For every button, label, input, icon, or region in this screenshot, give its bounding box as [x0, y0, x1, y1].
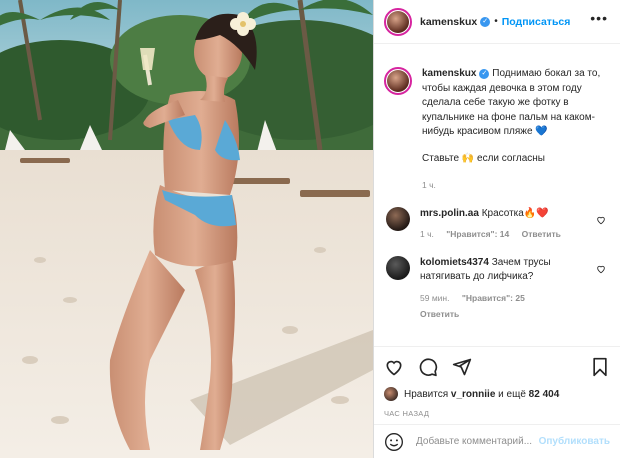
liker-avatar[interactable]	[384, 387, 398, 401]
verified-badge-icon: ✓	[479, 69, 490, 79]
comment-likes[interactable]: "Нравится": 25	[462, 293, 525, 303]
comment-icon[interactable]	[418, 357, 438, 377]
smile-icon[interactable]	[384, 432, 404, 452]
beach-photo-illustration	[0, 0, 373, 458]
publish-button[interactable]: Опубликовать	[539, 436, 610, 447]
post-photo[interactable]	[0, 0, 373, 458]
likes-count[interactable]: 82 404	[529, 389, 560, 400]
comment-text: Красотка🔥❤️	[481, 207, 549, 219]
comments-list[interactable]: kamenskux ✓ Поднимаю бокал за то, чтобы к…	[374, 55, 620, 342]
share-icon[interactable]	[452, 357, 472, 377]
instagram-post: kamenskux ✓ • Подписаться ••• kamenskux ✓…	[0, 0, 620, 458]
reply-button[interactable]: Ответить	[420, 309, 459, 319]
follow-button[interactable]: Подписаться	[502, 16, 571, 28]
liker-username[interactable]: v_ronniie	[451, 389, 495, 400]
post-header: kamenskux ✓ • Подписаться •••	[374, 0, 620, 44]
caption-text-2: Ставьте 🙌 если согласны	[422, 152, 545, 164]
author-avatar[interactable]	[384, 67, 412, 95]
commenter-avatar[interactable]	[386, 255, 410, 280]
more-horizontal-icon[interactable]: •••	[590, 10, 608, 26]
caption-row: kamenskux ✓ Поднимаю бокал за то, чтобы к…	[384, 67, 610, 193]
author-username[interactable]: kamenskux	[420, 16, 477, 28]
post-timestamp[interactable]: ЧАС НАЗАД	[384, 409, 610, 418]
bookmark-icon[interactable]	[590, 357, 610, 377]
comment-like-heart-icon[interactable]	[596, 264, 606, 274]
add-comment-bar: Добавьте комментарий... Опубликовать	[374, 424, 620, 458]
caption-timestamp[interactable]: 1 ч.	[422, 178, 604, 193]
likes-prefix: Нравится	[404, 388, 449, 400]
verified-badge-icon: ✓	[480, 16, 491, 27]
reply-button[interactable]: Ответить	[522, 229, 561, 239]
comment-timestamp[interactable]: 1 ч.	[420, 229, 434, 239]
comment-item: mrs.polin.aa Красотка🔥❤️ 1 ч. "Нравится"…	[384, 206, 610, 242]
caption-username[interactable]: kamenskux	[422, 68, 476, 79]
commenter-avatar[interactable]	[386, 206, 410, 231]
post-actions: Нравится v_ronniie и ещё 82 404 ЧАС НАЗА…	[374, 346, 620, 418]
add-comment-input[interactable]: Добавьте комментарий...	[416, 436, 539, 447]
post-sidebar: kamenskux ✓ • Подписаться ••• kamenskux ✓…	[373, 0, 620, 458]
separator-dot: •	[494, 16, 498, 27]
comment-like-heart-icon[interactable]	[596, 215, 606, 225]
commenter-username[interactable]: kolomiets4374	[420, 257, 489, 268]
author-avatar[interactable]	[384, 7, 412, 36]
comment-likes[interactable]: "Нравится": 14	[446, 229, 509, 239]
heart-icon[interactable]	[384, 357, 404, 377]
likes-suffix: и ещё	[498, 388, 526, 400]
comment-item: kolomiets4374 Зачем трусы натягивать до …	[384, 255, 610, 322]
commenter-username[interactable]: mrs.polin.aa	[420, 208, 479, 219]
likes-summary: Нравится v_ronniie и ещё 82 404	[384, 387, 610, 401]
comment-timestamp[interactable]: 59 мин.	[420, 293, 449, 303]
